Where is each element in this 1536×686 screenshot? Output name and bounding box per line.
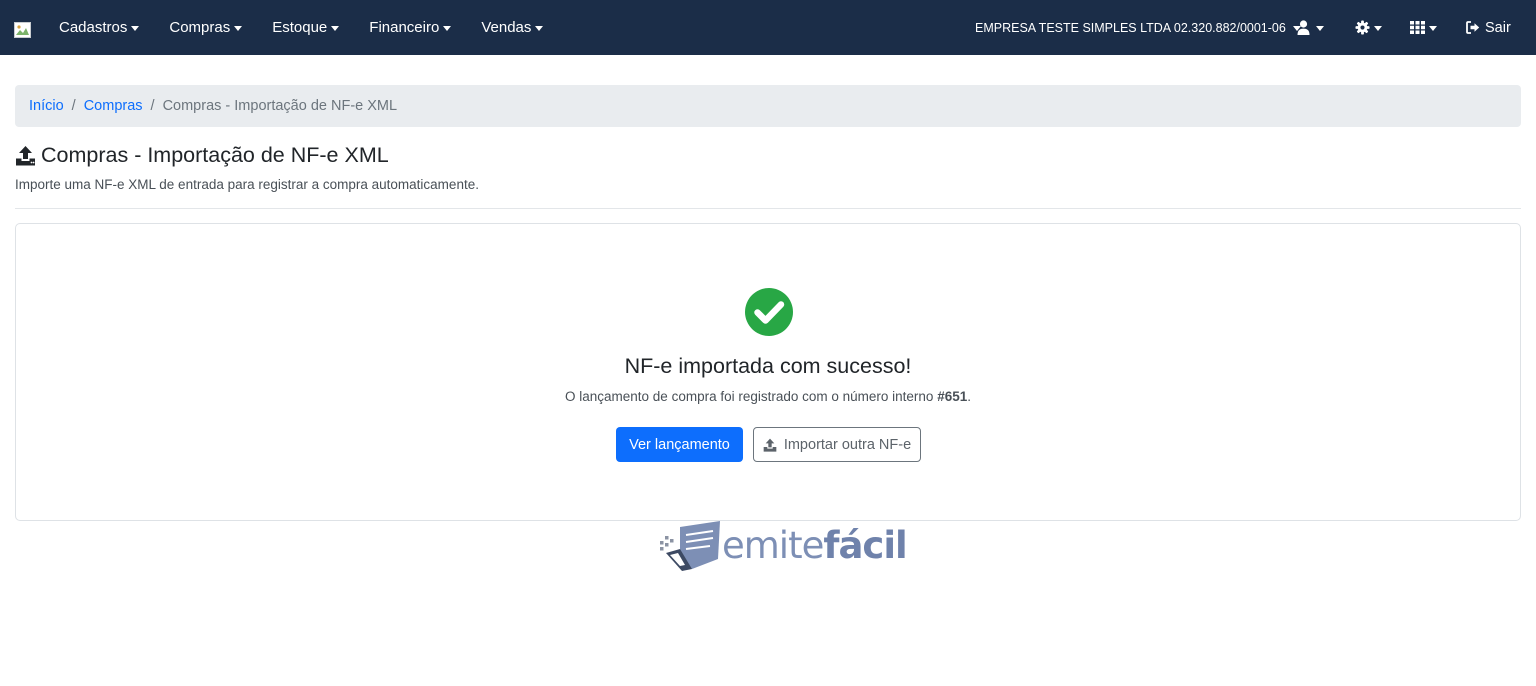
broken-logo-image[interactable]: [14, 22, 31, 38]
caret-down-icon: [1316, 25, 1324, 31]
page-title-text: Compras - Importação de NF-e XML: [41, 142, 389, 167]
caret-down-icon: [535, 25, 544, 31]
sign-out-icon: [1466, 21, 1480, 34]
import-another-button-label: Importar outra NF-e: [783, 436, 912, 453]
menu-estoque-label: Estoque: [272, 19, 328, 36]
menu-vendas[interactable]: Vendas: [466, 19, 558, 36]
import-result-card: NF-e importada com sucesso! O lançamento…: [15, 223, 1521, 521]
document-logo-icon: [660, 521, 720, 571]
gear-icon: [1355, 20, 1370, 35]
logout-label: Sair: [1485, 19, 1511, 36]
check-circle-icon: [745, 288, 793, 336]
company-name: EMPRESA TESTE SIMPLES LTDA 02.320.882/00…: [975, 20, 1286, 35]
upload-icon: [16, 145, 35, 165]
logo-text-accent: fácil: [823, 523, 907, 567]
caret-down-icon: [1374, 25, 1382, 31]
breadcrumb-home-link[interactable]: Início: [29, 98, 64, 114]
breadcrumb: Início / Compras / Compras - Importação …: [15, 85, 1521, 127]
caret-down-icon: [443, 25, 452, 31]
breadcrumb-separator: /: [71, 98, 76, 114]
logo-text-plain: emite: [722, 523, 824, 567]
menu-financeiro[interactable]: Financeiro: [354, 19, 466, 36]
menu-financeiro-label: Financeiro: [369, 19, 440, 36]
view-entry-button-label: Ver lançamento: [629, 436, 730, 453]
user-icon: [1297, 20, 1310, 35]
upload-icon: [763, 438, 777, 452]
view-entry-button[interactable]: Ver lançamento: [616, 427, 743, 462]
caret-down-icon: [331, 25, 340, 31]
main-menu: Cadastros Compras Estoque Financeiro Ven…: [44, 0, 558, 55]
internal-number: #651: [937, 389, 968, 404]
page-title: Compras - Importação de NF-e XML: [15, 142, 389, 168]
import-another-button[interactable]: Importar outra NF-e: [753, 427, 921, 462]
company-selector[interactable]: EMPRESA TESTE SIMPLES LTDA 02.320.882/00…: [975, 0, 1301, 55]
settings-menu[interactable]: [1355, 0, 1382, 55]
success-message-text: O lançamento de compra foi registrado co…: [565, 389, 938, 404]
logo-text: emitefácil: [722, 523, 908, 567]
caret-down-icon: [131, 25, 140, 31]
breadcrumb-compras-link[interactable]: Compras: [84, 98, 143, 114]
menu-vendas-label: Vendas: [481, 19, 532, 36]
header-divider: [15, 208, 1521, 209]
breadcrumb-current: Compras - Importação de NF-e XML: [162, 98, 398, 114]
logout-link[interactable]: Sair: [1466, 0, 1511, 55]
user-menu[interactable]: [1297, 0, 1324, 55]
top-navbar: Cadastros Compras Estoque Financeiro Ven…: [0, 0, 1536, 55]
menu-cadastros[interactable]: Cadastros: [44, 19, 154, 36]
menu-cadastros-label: Cadastros: [59, 19, 128, 36]
page-subtitle: Importe uma NF-e XML de entrada para reg…: [15, 177, 479, 192]
caret-down-icon: [234, 25, 243, 31]
menu-compras[interactable]: Compras: [154, 19, 257, 36]
grid-icon: [1410, 21, 1425, 34]
menu-compras-label: Compras: [169, 19, 231, 36]
caret-down-icon: [1429, 25, 1437, 31]
menu-estoque[interactable]: Estoque: [257, 19, 354, 36]
success-message-end: .: [967, 389, 971, 404]
success-message: O lançamento de compra foi registrado co…: [16, 389, 1520, 404]
emitefacil-logo: emitefácil: [658, 519, 908, 571]
breadcrumb-separator: /: [150, 98, 155, 114]
apps-menu[interactable]: [1410, 0, 1437, 55]
success-title: NF-e importada com sucesso!: [624, 354, 912, 378]
